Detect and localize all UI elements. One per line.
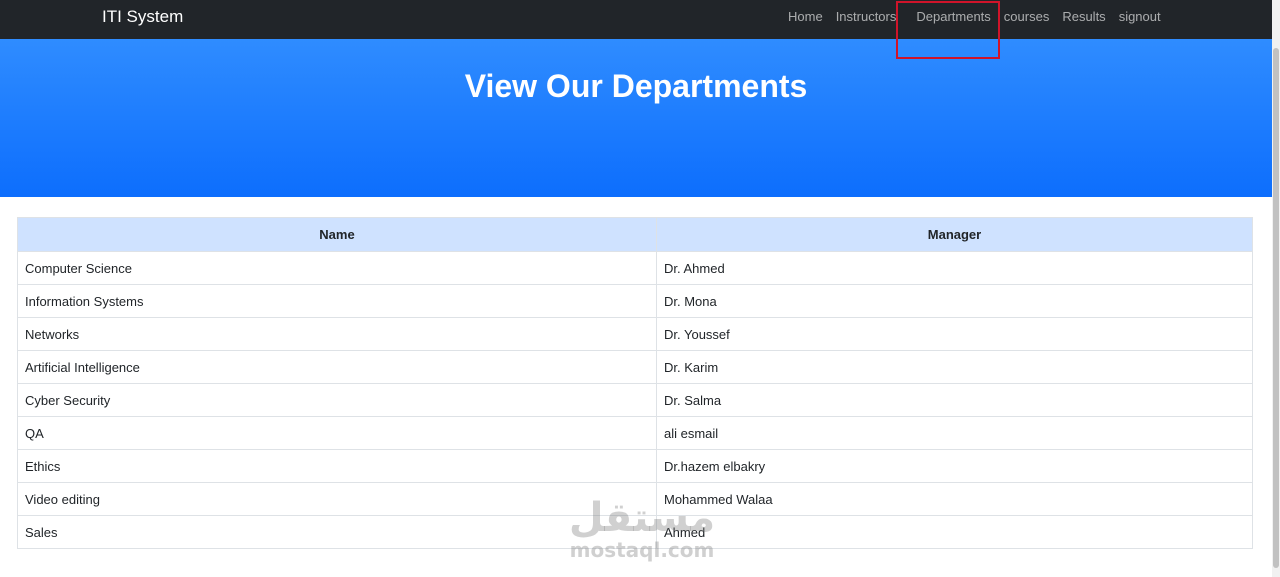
vertical-scrollbar[interactable] xyxy=(1272,0,1280,577)
cell-manager: Ahmed xyxy=(656,515,1253,549)
hero-banner: View Our Departments xyxy=(0,39,1272,197)
nav-results[interactable]: Results xyxy=(1062,9,1105,25)
cell-department-name: QA xyxy=(17,416,657,450)
cell-department-name: Sales xyxy=(17,515,657,549)
navbar-brand[interactable]: ITI System xyxy=(102,7,183,27)
table-row: Information Systems Dr. Mona xyxy=(17,284,1253,318)
table-row: Sales Ahmed xyxy=(17,515,1253,549)
table-row: Ethics Dr.hazem elbakry xyxy=(17,449,1253,483)
cell-department-name: Computer Science xyxy=(17,251,657,285)
cell-department-name: Artificial Intelligence xyxy=(17,350,657,384)
table-row: Networks Dr. Youssef xyxy=(17,317,1253,351)
cell-manager: Dr.hazem elbakry xyxy=(656,449,1253,483)
departments-table-container: Name Manager Computer Science Dr. Ahmed … xyxy=(17,217,1253,549)
column-header-name: Name xyxy=(17,217,657,252)
cell-department-name: Information Systems xyxy=(17,284,657,318)
table-row: Video editing Mohammed Walaa xyxy=(17,482,1253,516)
nav-courses[interactable]: courses xyxy=(1004,9,1050,25)
nav-signout[interactable]: signout xyxy=(1119,9,1161,25)
table-row: QA ali esmail xyxy=(17,416,1253,450)
table-header-row: Name Manager xyxy=(17,217,1253,252)
page: ITI System Home Instructors Departments … xyxy=(0,0,1280,577)
cell-manager: Dr. Karim xyxy=(656,350,1253,384)
cell-manager: ali esmail xyxy=(656,416,1253,450)
table-row: Artificial Intelligence Dr. Karim xyxy=(17,350,1253,384)
table-row: Cyber Security Dr. Salma xyxy=(17,383,1253,417)
cell-department-name: Video editing xyxy=(17,482,657,516)
cell-department-name: Ethics xyxy=(17,449,657,483)
page-title: View Our Departments xyxy=(464,68,808,104)
nav-links: Home Instructors Departments courses Res… xyxy=(788,9,1161,25)
table-row: Computer Science Dr. Ahmed xyxy=(17,251,1253,285)
cell-manager: Mohammed Walaa xyxy=(656,482,1253,516)
nav-departments[interactable]: Departments xyxy=(916,9,990,25)
cell-department-name: Networks xyxy=(17,317,657,351)
scrollbar-thumb[interactable] xyxy=(1273,48,1279,568)
navbar: ITI System Home Instructors Departments … xyxy=(0,0,1272,39)
departments-table: Name Manager Computer Science Dr. Ahmed … xyxy=(17,217,1253,549)
cell-manager: Dr. Mona xyxy=(656,284,1253,318)
cell-department-name: Cyber Security xyxy=(17,383,657,417)
column-header-manager: Manager xyxy=(656,217,1253,252)
cell-manager: Dr. Youssef xyxy=(656,317,1253,351)
cell-manager: Dr. Salma xyxy=(656,383,1253,417)
nav-home[interactable]: Home xyxy=(788,9,823,25)
nav-instructors[interactable]: Instructors xyxy=(836,9,897,25)
cell-manager: Dr. Ahmed xyxy=(656,251,1253,285)
